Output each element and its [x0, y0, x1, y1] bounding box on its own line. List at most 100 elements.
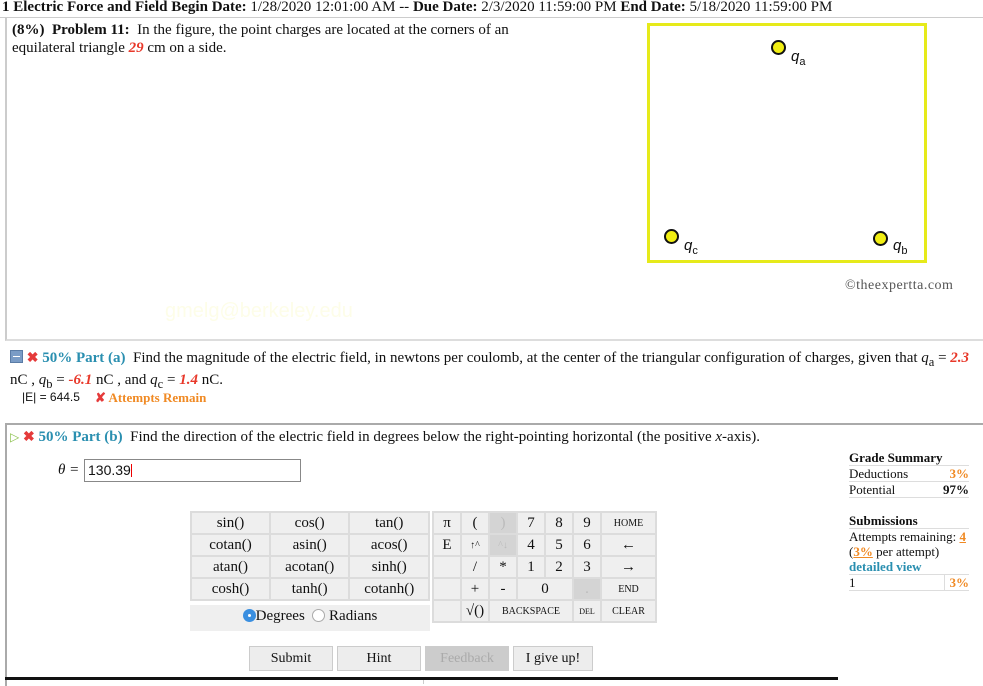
- assignment-header: 1 Electric Force and Field Begin Date: 1…: [0, 0, 983, 18]
- cos-button[interactable]: cos(): [268, 511, 351, 535]
- key-9[interactable]: 9: [572, 511, 602, 535]
- plus-button[interactable]: +: [460, 577, 490, 601]
- key-2[interactable]: 2: [544, 555, 574, 579]
- key-7[interactable]: 7: [516, 511, 546, 535]
- key-4[interactable]: 4: [516, 533, 546, 557]
- expand-icon[interactable]: ▷: [10, 430, 19, 444]
- clear-button[interactable]: CLEAR: [600, 599, 657, 623]
- answer-input[interactable]: 130.39: [84, 459, 301, 482]
- open-paren-button[interactable]: (: [460, 511, 490, 535]
- due-label: Due Date:: [412, 0, 478, 15]
- feedback-button[interactable]: Feedback: [425, 646, 509, 671]
- attempts-remaining: Attempts remaining: 4: [849, 529, 966, 544]
- submissions-title: Submissions: [849, 513, 969, 529]
- cotan-button[interactable]: cotan(): [190, 533, 271, 557]
- multiply-button[interactable]: *: [488, 555, 518, 579]
- per-attempt: (3% per attempt): [849, 544, 940, 559]
- angle-mode: Degrees Radians: [190, 605, 430, 631]
- problem-text-end: cm on a side.: [147, 40, 227, 56]
- key-3[interactable]: 3: [572, 555, 602, 579]
- triangle-figure: qa qb qc: [647, 23, 927, 263]
- watermark: gmelg@berkeley.edu: [165, 300, 353, 322]
- atan-button[interactable]: atan(): [190, 555, 271, 579]
- tan-button[interactable]: tan(): [348, 511, 430, 535]
- minus-button[interactable]: -: [488, 577, 518, 601]
- deductions-value: 3%: [949, 466, 970, 481]
- sin-button[interactable]: sin(): [190, 511, 271, 535]
- copyright-text: ©theexpertta.com: [845, 278, 954, 293]
- sqrt-button[interactable]: √(): [460, 599, 490, 623]
- key-6[interactable]: 6: [572, 533, 602, 557]
- acotan-button[interactable]: acotan(): [268, 555, 351, 579]
- degrees-radio[interactable]: [242, 609, 256, 622]
- grade-summary-title: Grade Summary: [849, 450, 969, 466]
- exp-up-button[interactable]: ↑^: [460, 533, 490, 557]
- divider: [5, 677, 838, 680]
- empty-key: [432, 555, 462, 579]
- acos-button[interactable]: acos(): [348, 533, 430, 557]
- charge-c-label: qc: [684, 237, 698, 257]
- key-8[interactable]: 8: [544, 511, 574, 535]
- tanh-button[interactable]: tanh(): [268, 577, 351, 601]
- cotanh-button[interactable]: cotanh(): [348, 577, 430, 601]
- give-up-button[interactable]: I give up!: [513, 646, 593, 671]
- separator: --: [399, 0, 410, 15]
- potential-label: Potential: [849, 482, 896, 497]
- divider: [423, 680, 424, 684]
- pi-button[interactable]: π: [432, 511, 462, 535]
- hint-button[interactable]: Hint: [337, 646, 421, 671]
- problem-statement: (8%) Problem 11: In the figure, the poin…: [12, 21, 552, 57]
- degrees-label: Degrees: [255, 608, 305, 624]
- e-button[interactable]: E: [432, 533, 462, 557]
- incorrect-icon: ✖: [26, 351, 39, 366]
- part-b: ▷ ✖ 50% Part (b) Find the direction of t…: [10, 429, 760, 445]
- part-a-answer: |E| = 644.5: [22, 390, 80, 404]
- side-length-value: 29: [128, 40, 144, 56]
- left-arrow-button[interactable]: ←: [600, 533, 657, 557]
- begin-label: Begin Date:: [171, 0, 247, 15]
- assignment-title: 1 Electric Force and Field: [2, 0, 168, 15]
- potential-value: 97%: [943, 482, 969, 497]
- close-paren-button[interactable]: ): [488, 511, 518, 535]
- backspace-button[interactable]: BACKSPACE: [488, 599, 574, 623]
- decimal-button[interactable]: .: [572, 577, 602, 601]
- trig-keypad: sin() cos() tan() cotan() asin() acos() atan…: [190, 511, 430, 601]
- detailed-view-link[interactable]: detailed view: [849, 559, 969, 575]
- part-b-percent: 50%: [38, 429, 69, 445]
- key-0[interactable]: 0: [516, 577, 574, 601]
- radians-radio[interactable]: [312, 609, 326, 622]
- submit-button[interactable]: Submit: [249, 646, 333, 671]
- end-button[interactable]: END: [600, 577, 657, 601]
- cosh-button[interactable]: cosh(): [190, 577, 271, 601]
- sinh-button[interactable]: sinh(): [348, 555, 430, 579]
- home-button[interactable]: HOME: [600, 511, 657, 535]
- divide-button[interactable]: /: [460, 555, 490, 579]
- charge-a-label: qa: [791, 48, 806, 68]
- collapse-icon[interactable]: [10, 350, 23, 363]
- qb-value: -6.1: [68, 372, 93, 388]
- charge-b-label: qb: [893, 237, 908, 257]
- charge-b-icon: [873, 231, 888, 246]
- end-date: 5/18/2020 11:59:00 PM: [689, 0, 833, 15]
- theta-label: θ =: [58, 462, 80, 478]
- exp-down-button[interactable]: ^↓: [488, 533, 518, 557]
- qa-value: 2.3: [950, 350, 970, 366]
- x-icon: ✘: [95, 390, 106, 405]
- submission-row: 1 3%: [849, 575, 969, 591]
- problem-title: Problem 11:: [52, 22, 130, 38]
- part-a-status: ✘ Attempts Remain: [95, 390, 207, 405]
- charge-c-icon: [664, 229, 679, 244]
- empty-key: [432, 599, 462, 623]
- empty-key: [432, 577, 462, 601]
- end-label: End Date:: [620, 0, 686, 15]
- qc-value: 1.4: [179, 372, 198, 388]
- grade-summary: Grade Summary Deductions 3% Potential 97% …: [849, 450, 969, 591]
- number-keypad: π ( ) 7 8 9 HOME E ↑^ ^↓ 4 5 6 ← / * 1 2…: [432, 511, 657, 623]
- key-5[interactable]: 5: [544, 533, 574, 557]
- del-button[interactable]: DEL: [572, 599, 602, 623]
- key-1[interactable]: 1: [516, 555, 546, 579]
- asin-button[interactable]: asin(): [268, 533, 351, 557]
- right-arrow-button[interactable]: →: [600, 555, 657, 579]
- deductions-label: Deductions: [849, 466, 909, 481]
- part-a: ✖ 50% Part (a) Find the magnitude of the…: [10, 350, 970, 391]
